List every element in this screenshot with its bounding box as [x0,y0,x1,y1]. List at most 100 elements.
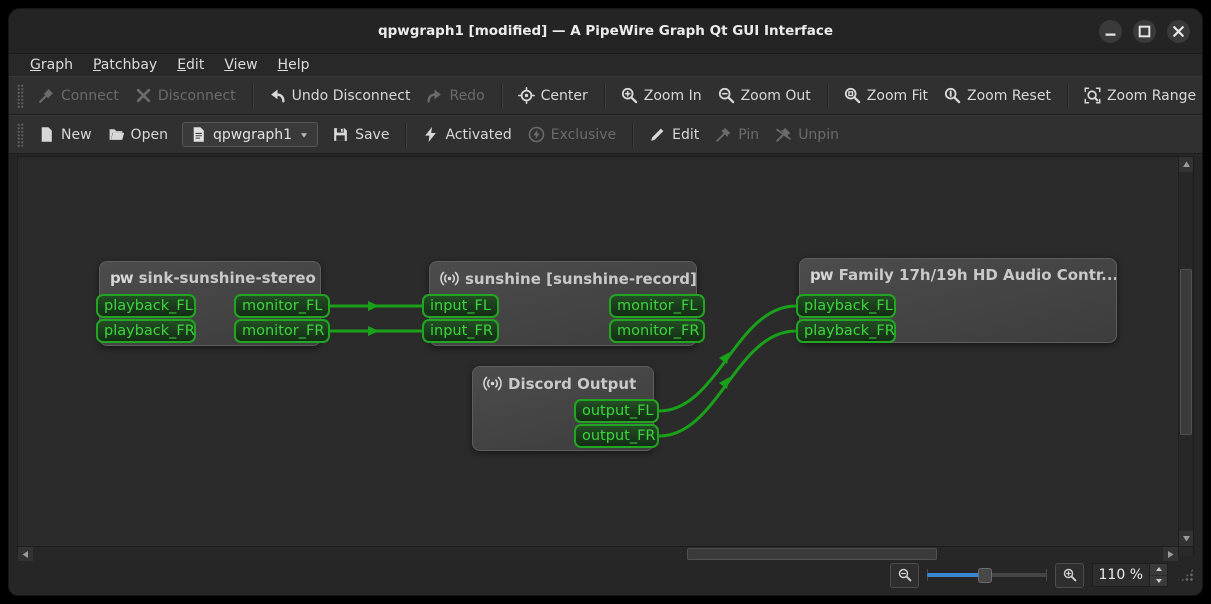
zoom-in-icon [1063,568,1076,582]
statusbar-zoom-out-button[interactable] [890,562,919,588]
open-button[interactable]: Open [100,122,176,147]
port-output[interactable]: monitor_FL [234,294,330,318]
undo-button[interactable]: Undo Disconnect [261,83,419,108]
arrow-up-icon [1182,161,1190,167]
node-title: sunshine [sunshine-record] [430,262,696,295]
zoom-spinbox: 110 % [1092,563,1168,587]
edit-label: Edit [672,126,700,143]
redo-label: Redo [449,87,485,104]
menu-view[interactable]: View [215,56,266,74]
menubar: Graph Patchbay Edit View Help [9,54,1202,76]
stream-icon [440,271,459,286]
statusbar: 110 % [9,555,1202,595]
port-input[interactable]: input_FL [422,294,499,318]
zoom-value[interactable]: 110 % [1092,563,1150,587]
arrow-down-icon [1182,536,1190,542]
zoom-out-icon [898,568,911,582]
unpin-button: Unpin [767,122,847,147]
zoom-spin-down-button[interactable] [1150,574,1167,586]
connection-wires [330,301,797,438]
zoom-slider[interactable] [927,565,1047,585]
new-button[interactable]: New [30,122,100,147]
port-input[interactable]: playback_FR [796,319,896,343]
redo-button: Redo [418,83,492,108]
center-button[interactable]: Center [510,83,596,108]
horizontal-scrollbar[interactable] [18,546,1178,561]
connect-icon [39,89,53,103]
new-label: New [61,126,92,143]
slider-knob[interactable] [977,567,992,583]
patchbay-toolbar: New Open qpwgraph1 Save Activated Exclus… [9,115,1202,154]
toolbar-separator [405,122,407,147]
toolbar-separator [826,83,828,108]
scroll-down-button[interactable] [1179,531,1193,546]
port-input[interactable]: playback_FL [96,294,196,318]
arrow-left-icon [22,550,28,558]
zoom-in-icon [621,87,638,104]
zoom-out-button[interactable]: Zoom Out [710,83,819,108]
toolbar-drag-handle[interactable] [17,122,24,147]
node-title: pw sink-sunshine-stereo [100,262,320,294]
zoom-spin-up-button[interactable] [1150,564,1167,575]
zoom-reset-button[interactable]: Zoom Reset [936,83,1059,108]
connect-label: Connect [61,87,119,104]
zoom-reset-icon [944,87,961,104]
patchbay-select-value: qpwgraph1 [212,126,293,143]
zoom-out-icon [718,87,734,104]
zoom-in-button[interactable]: Zoom In [613,83,710,108]
port-input[interactable]: playback_FR [96,319,196,343]
minimize-button[interactable] [1099,19,1122,43]
zoom-fit-icon [844,87,861,104]
zoom-range-button[interactable]: Zoom Range [1076,83,1202,108]
scroll-right-button[interactable] [1163,547,1178,561]
activated-toggle[interactable]: Activated [414,122,519,147]
scroll-left-button[interactable] [18,547,33,561]
wire-arrowhead [368,326,379,336]
scroll-up-button[interactable] [1179,157,1193,172]
exclusive-label: Exclusive [550,126,617,143]
node-title-text: Family 17h/19h HD Audio Contr... [838,266,1116,284]
save-button[interactable]: Save [324,122,397,147]
window-resize-grip[interactable] [1180,568,1194,582]
port-input[interactable]: input_FR [422,319,499,343]
zoom-range-icon [1084,87,1101,104]
menu-help[interactable]: Help [269,56,319,74]
unpin-label: Unpin [798,126,839,143]
titlebar[interactable]: qpwgraph1 [modified] — A PipeWire Graph … [9,9,1202,54]
pin-icon [716,127,731,142]
exclusive-icon [528,126,545,143]
port-output[interactable]: output_FL [574,399,659,423]
activated-label: Activated [445,126,512,143]
close-icon [1173,25,1184,37]
disconnect-button: Disconnect [127,83,244,108]
open-folder-icon [109,129,124,140]
toolbar-separator [251,83,253,108]
close-button[interactable] [1167,19,1190,43]
port-output[interactable]: monitor_FR [609,319,705,343]
statusbar-zoom-in-button[interactable] [1055,562,1084,588]
menu-patchbay[interactable]: Patchbay [84,56,166,74]
minimize-icon [1105,32,1116,36]
disconnect-label: Disconnect [157,87,236,104]
pin-label: Pin [738,126,760,143]
port-output[interactable]: monitor_FR [234,319,330,343]
port-output[interactable]: monitor_FL [609,294,705,318]
menu-edit[interactable]: Edit [168,56,213,74]
vertical-scroll-thumb[interactable] [1180,269,1192,435]
edit-button[interactable]: Edit [641,122,707,147]
maximize-button[interactable] [1133,19,1156,43]
toolbar-drag-handle[interactable] [17,83,24,108]
pipewire-icon: pw [810,266,834,284]
patchbay-select[interactable]: qpwgraph1 [181,122,319,147]
zoom-fit-button[interactable]: Zoom Fit [836,83,936,108]
vertical-scrollbar[interactable] [1178,157,1193,546]
horizontal-scroll-thumb[interactable] [687,548,937,560]
file-icon [193,127,204,142]
pin-button: Pin [707,122,767,147]
port-input[interactable]: playback_FL [796,294,896,318]
node-title: pw Family 17h/19h HD Audio Contr... [800,259,1116,291]
graph-canvas[interactable]: pw sink-sunshine-stereo playback_FL play… [18,157,1178,546]
menu-graph[interactable]: Graph [21,56,82,74]
central-area: pw sink-sunshine-stereo playback_FL play… [9,154,1202,562]
port-output[interactable]: output_FR [574,424,659,448]
